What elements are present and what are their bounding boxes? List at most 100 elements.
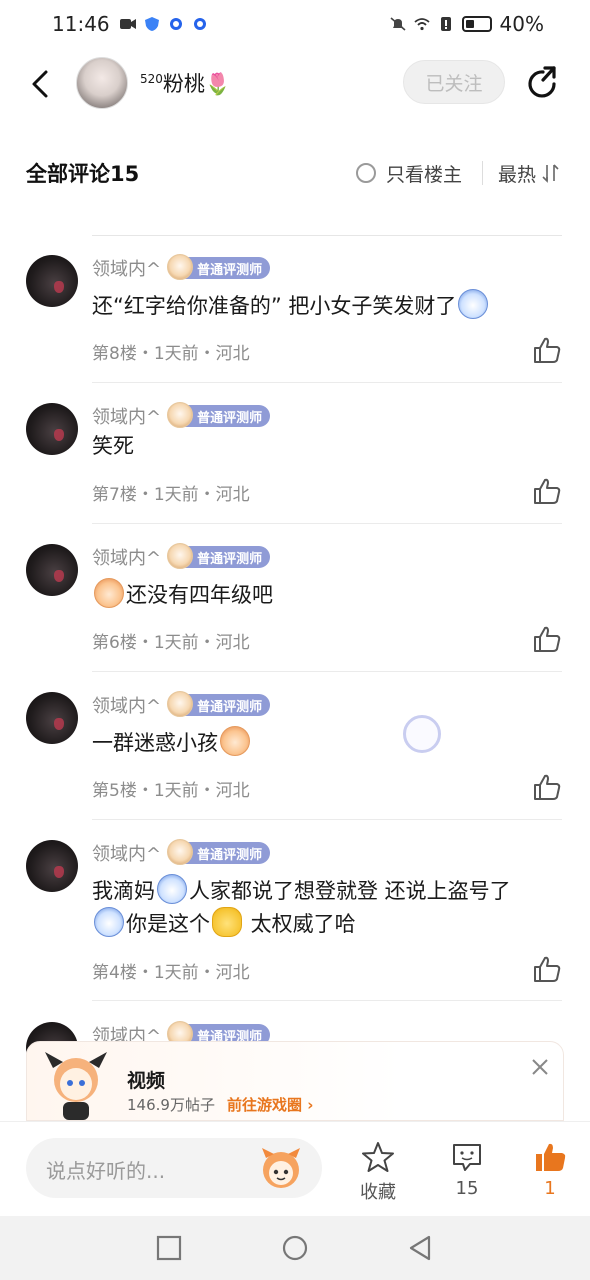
thumbs-up-filled-icon xyxy=(536,1143,566,1171)
comment-text[interactable]: 笑死 xyxy=(92,430,562,462)
header-separator xyxy=(482,161,483,185)
comment-text[interactable]: 一群迷惑小孩 xyxy=(92,726,562,759)
recents-square-icon[interactable] xyxy=(155,1234,183,1262)
comment-user[interactable]: 领域内^ 普通评测师 xyxy=(92,543,271,570)
comment-avatar[interactable] xyxy=(26,692,78,744)
promo-link-label: 前往游戏圈 xyxy=(226,1096,302,1114)
sort-toggle[interactable]: 最热 xyxy=(498,160,560,187)
reviewer-badge: 普通评测师 xyxy=(167,839,271,865)
author-level: 520 xyxy=(140,72,163,86)
badge-label: 普通评测师 xyxy=(197,699,263,715)
comment-user[interactable]: 领域内^ 普通评测师 xyxy=(92,839,271,866)
comment-avatar[interactable] xyxy=(26,840,78,892)
comment-user[interactable]: 领域内^ 普通评测师 xyxy=(92,254,271,281)
share-icon[interactable] xyxy=(524,64,562,102)
divider xyxy=(92,235,562,236)
only-owner-label: 只看楼主 xyxy=(386,163,463,186)
comment-divider xyxy=(92,1000,562,1001)
reviewer-badge: 普通评测师 xyxy=(167,691,271,717)
sim-alert-icon xyxy=(440,17,451,31)
app-notification-icon-2 xyxy=(193,18,206,30)
comment-text-part: 人家都说了想登就登 还说上盗号了 xyxy=(189,879,511,903)
battery-percent: 40% xyxy=(499,12,544,36)
status-notification-icons xyxy=(119,17,208,31)
thumbs-up-icon[interactable] xyxy=(532,476,562,506)
favorite-button[interactable]: 收藏 xyxy=(348,1140,408,1204)
comment-avatar[interactable] xyxy=(26,403,78,455)
comment-meta: 第6楼・1天前・河北 xyxy=(92,633,250,653)
game-circle-promo[interactable]: 视频 146.9万帖子 前往游戏圈 › xyxy=(26,1041,564,1121)
home-circle-icon[interactable] xyxy=(281,1234,309,1262)
badge-label: 普通评测师 xyxy=(197,410,263,426)
shocked-emoji-icon xyxy=(94,907,124,937)
comment-meta: 第4楼・1天前・河北 xyxy=(92,963,250,983)
reviewer-badge: 普通评测师 xyxy=(167,543,271,569)
reviewer-badge: 普通评测师 xyxy=(167,254,271,280)
badge-avatar-icon xyxy=(167,839,194,865)
comments-button[interactable]: 15 xyxy=(437,1140,497,1199)
badge-avatar-icon xyxy=(167,691,194,717)
reviewer-badge: 普通评测师 xyxy=(167,402,271,428)
shocked-emoji-icon xyxy=(458,289,489,319)
comment-text[interactable]: 我滴妈 人家都说了想登就登 还说上盗号了 你是这个 太权威了哈 xyxy=(92,874,562,940)
comment-text[interactable]: 还没有四年级吧 xyxy=(92,578,562,611)
badge-label: 普通评测师 xyxy=(197,262,263,278)
back-triangle-icon[interactable] xyxy=(406,1234,434,1262)
comment-divider xyxy=(92,819,562,820)
comment-input[interactable]: 说点好听的... xyxy=(26,1138,322,1198)
comment-meta: 第8楼・1天前・河北 xyxy=(92,344,250,364)
comment-input-placeholder: 说点好听的... xyxy=(46,1159,166,1183)
like-button[interactable]: 1 xyxy=(520,1140,580,1199)
comment-text-content: 还没有四年级吧 xyxy=(126,583,273,607)
follow-button[interactable]: 已关注 xyxy=(403,60,505,104)
video-icon xyxy=(119,19,136,29)
comment-count: 15 xyxy=(455,1178,479,1199)
author-name-text: 粉桃🌷 xyxy=(162,72,232,96)
battery-icon xyxy=(461,16,492,32)
comment-user[interactable]: 领域内^ 普通评测师 xyxy=(92,691,271,718)
comments-title: 全部评论15 xyxy=(26,162,140,186)
back-button[interactable] xyxy=(22,66,58,102)
badge-avatar-icon xyxy=(167,543,194,569)
chevron-right-icon: › xyxy=(307,1096,314,1114)
go-to-game-circle-link[interactable]: 前往游戏圈 › xyxy=(227,1094,313,1115)
close-icon[interactable] xyxy=(529,1056,551,1078)
comment-avatar[interactable] xyxy=(26,255,78,307)
emoji-mascot-icon[interactable] xyxy=(258,1146,304,1190)
comment-text-content: 还“红字给你准备的” 把小女子笑发财了 xyxy=(92,294,457,318)
like-count: 1 xyxy=(544,1178,556,1199)
comment-user[interactable]: 领域内^ 普通评测师 xyxy=(92,402,271,429)
loading-spinner xyxy=(403,715,441,753)
comment-bubble-icon xyxy=(453,1144,481,1171)
sort-icon xyxy=(542,164,559,183)
radio-icon xyxy=(356,163,376,183)
comment-divider xyxy=(92,523,562,524)
thumbs-up-icon[interactable] xyxy=(532,772,562,802)
comment-text[interactable]: 还“红字给你准备的” 把小女子笑发财了 xyxy=(92,289,562,322)
system-nav-bar xyxy=(0,1216,590,1280)
badge-label: 普通评测师 xyxy=(197,847,263,863)
comment-avatar[interactable] xyxy=(26,544,78,596)
shield-icon xyxy=(144,17,159,31)
thumbs-up-icon[interactable] xyxy=(532,954,562,984)
wifi-icon xyxy=(413,18,430,31)
mute-bell-icon xyxy=(390,17,406,31)
shocked-emoji-icon xyxy=(157,874,187,904)
author-avatar[interactable] xyxy=(76,57,128,109)
post-header: 520粉桃🌷 已关注 xyxy=(0,52,590,116)
comment-text-content: 一群迷惑小孩 xyxy=(92,731,218,755)
thumbs-up-icon[interactable] xyxy=(532,624,562,654)
comments-header: 全部评论15 只看楼主 最热 xyxy=(0,150,590,196)
author-name[interactable]: 520粉桃🌷 xyxy=(140,68,231,98)
mascot-icon xyxy=(45,1052,107,1120)
comment-text-part: 我滴妈 xyxy=(92,879,155,903)
bottom-action-bar: 说点好听的... 收藏 15 1 xyxy=(0,1121,590,1216)
thumbs-up-icon[interactable] xyxy=(532,335,562,365)
comment-meta: 第5楼・1天前・河北 xyxy=(92,781,250,801)
grinning-emoji-icon xyxy=(220,726,250,756)
comment-username: 领域内^ xyxy=(92,844,162,865)
badge-label: 普通评测师 xyxy=(197,551,263,567)
only-owner-toggle[interactable]: 只看楼主 xyxy=(356,160,462,187)
app-notification-icon xyxy=(169,18,182,30)
badge-avatar-icon xyxy=(167,254,194,280)
